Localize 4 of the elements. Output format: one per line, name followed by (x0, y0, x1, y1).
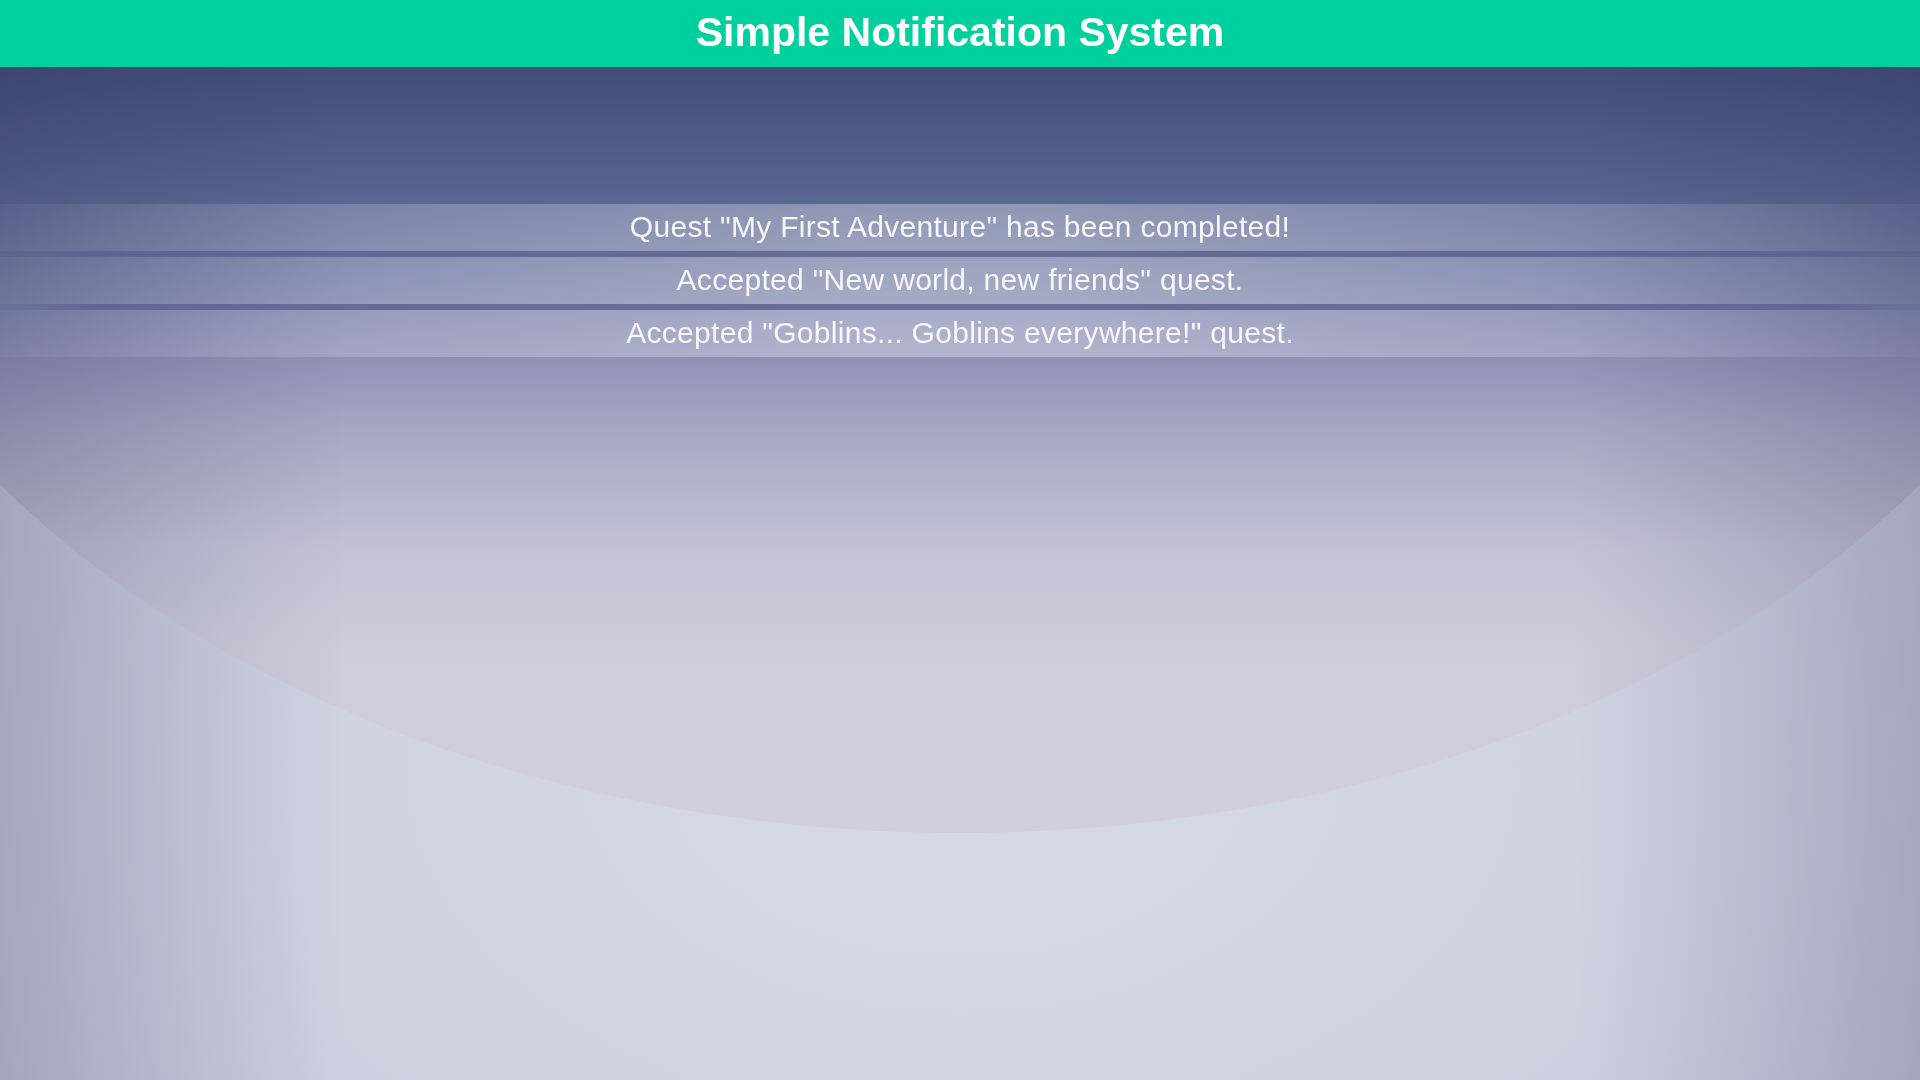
page-title: Simple Notification System (695, 11, 1225, 56)
notification-text: Accepted "New world, new friends" quest. (676, 263, 1244, 298)
notification-text: Quest "My First Adventure" has been completed! (629, 210, 1291, 245)
notification-text: Accepted "Goblins... Goblins everywhere!" quest. (626, 316, 1294, 351)
